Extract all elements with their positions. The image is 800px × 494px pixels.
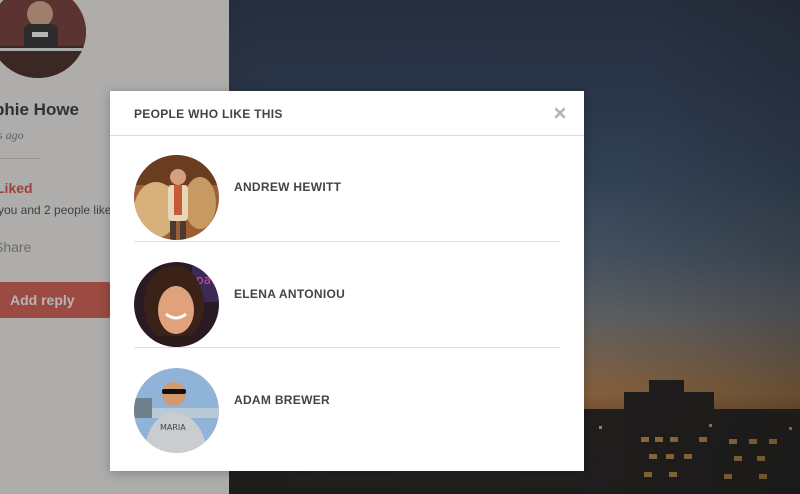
- close-button[interactable]: [550, 103, 570, 123]
- avatar[interactable]: [134, 155, 219, 240]
- list-item[interactable]: pa ELENA ANTONIOU: [134, 242, 560, 348]
- person-name[interactable]: ELENA ANTONIOU: [234, 287, 345, 301]
- list-item[interactable]: MARIA ADAM BREWER: [134, 348, 560, 453]
- svg-text:MARIA: MARIA: [160, 423, 186, 432]
- avatar[interactable]: MARIA: [134, 368, 219, 453]
- likes-modal: PEOPLE WHO LIKE THIS ANDREW HEWITT pa EL…: [110, 91, 584, 471]
- list-item[interactable]: ANDREW HEWITT: [134, 136, 560, 242]
- avatar[interactable]: pa: [134, 262, 219, 347]
- modal-header: PEOPLE WHO LIKE THIS: [110, 91, 584, 136]
- modal-title: PEOPLE WHO LIKE THIS: [134, 107, 283, 121]
- person-name[interactable]: ADAM BREWER: [234, 393, 330, 407]
- close-icon: [554, 107, 566, 119]
- people-list: ANDREW HEWITT pa ELENA ANTONIOU MARIA AD…: [110, 136, 584, 453]
- person-name[interactable]: ANDREW HEWITT: [234, 180, 341, 194]
